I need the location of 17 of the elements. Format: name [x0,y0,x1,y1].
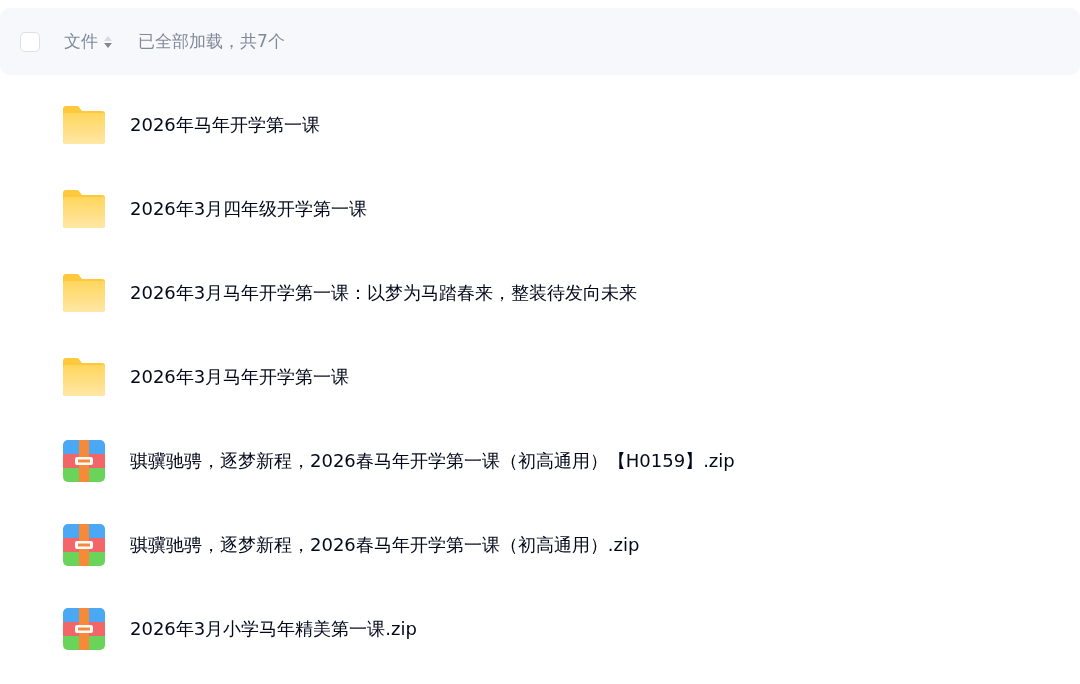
file-name[interactable]: 2026年马年开学第一课 [130,113,320,137]
archive-icon [63,524,105,566]
select-all-checkbox[interactable] [20,31,40,52]
file-name[interactable]: 2026年3月小学马年精美第一课.zip [130,617,417,641]
archive-icon [63,608,105,650]
folder-icon [63,358,105,396]
folder-icon [63,106,105,144]
archive-icon [63,440,105,482]
file-name[interactable]: 2026年3月马年开学第一课：以梦为马踏春来，整装待发向未来 [130,281,638,305]
folder-icon [63,190,105,228]
sort-icon [104,35,112,48]
file-name[interactable]: 骐骥驰骋，逐梦新程，2026春马年开学第一课（初高通用）.zip [130,533,640,557]
load-status: 已全部加载，共7个 [138,30,285,53]
folder-icon [63,274,105,312]
file-name[interactable]: 2026年3月四年级开学第一课 [130,197,368,221]
file-name[interactable]: 骐骥驰骋，逐梦新程，2026春马年开学第一课（初高通用）【H0159】.zip [130,449,735,473]
file-name[interactable]: 2026年3月马年开学第一课 [130,365,350,389]
